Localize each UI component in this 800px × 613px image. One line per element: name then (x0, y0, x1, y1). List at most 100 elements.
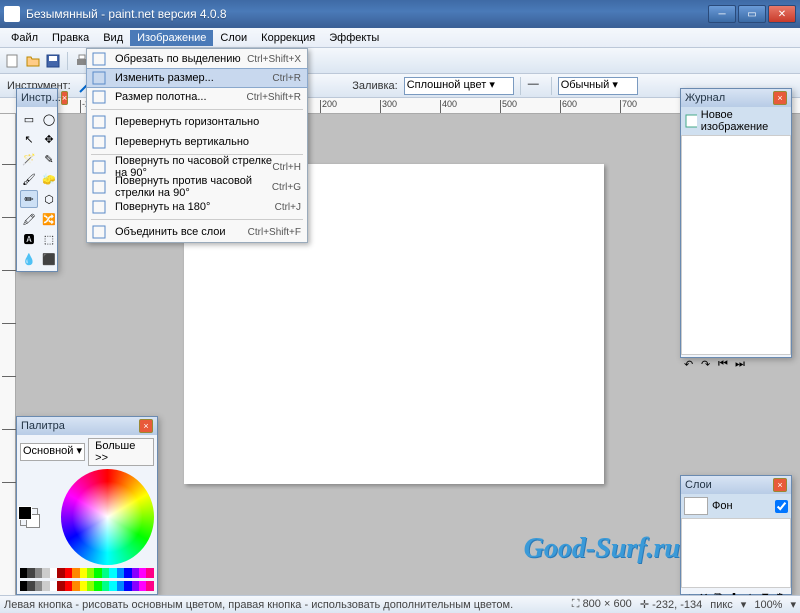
color-wheel[interactable] (61, 469, 154, 565)
status-hint: Левая кнопка - рисовать основным цветом,… (4, 599, 513, 611)
status-size: ⛶ 800 × 600 (572, 598, 632, 611)
blend-select[interactable]: Обычный ▾ (558, 77, 638, 95)
menu-item-label: Размер полотна... (115, 91, 207, 103)
tool-move-sel[interactable]: ✥ (40, 130, 58, 148)
tools-close-icon[interactable]: × (61, 91, 68, 105)
menu-item-flip-h[interactable]: Перевернуть горизонтально (87, 112, 307, 132)
menu-item-flip-v[interactable]: Перевернуть вертикально (87, 132, 307, 152)
window-title: Безымянный - paint.net версия 4.0.8 (26, 7, 708, 21)
redo-icon[interactable]: ↷ (701, 358, 715, 372)
menu-image-dropdown: Обрезать по выделению Ctrl+Shift+X Изменит… (86, 48, 308, 243)
menu-вид[interactable]: Вид (96, 30, 130, 46)
status-pos: ✛ -232, -134 (640, 598, 702, 611)
canvas-icon (91, 89, 107, 105)
layer-thumbnail (684, 497, 708, 515)
minimize-button[interactable]: ─ (708, 5, 736, 23)
tool-line[interactable]: ⬚ (40, 230, 58, 248)
menu-изображение[interactable]: Изображение (130, 30, 213, 46)
tool-shapes[interactable]: ⬡ (40, 190, 58, 208)
palette-close-icon[interactable]: × (139, 419, 153, 433)
tools-panel: Инстр...× ▭◯↖✥🪄✎🖌🧽✏⬡🖍🔀🅰⬚💧⬛ (16, 88, 58, 272)
palette-more-button[interactable]: Больше >> (88, 438, 154, 466)
menu-shortcut: Ctrl+R (272, 73, 301, 84)
menu-item-resize[interactable]: Изменить размер... Ctrl+R (86, 68, 308, 88)
menu-item-label: Перевернуть вертикально (115, 136, 249, 148)
menu-shortcut: Ctrl+Shift+X (247, 54, 301, 65)
status-unit[interactable]: пикс (710, 599, 733, 611)
menu-слои[interactable]: Слои (213, 30, 254, 46)
app-icon (4, 6, 20, 22)
rotate-cw-icon (91, 159, 107, 175)
tool-wand[interactable]: 🪄 (20, 150, 38, 168)
menu-item-canvas[interactable]: Размер полотна... Ctrl+Shift+R (87, 87, 307, 107)
layer-name: Фон (712, 500, 733, 512)
undo-icon[interactable]: ↶ (684, 358, 698, 372)
save-icon[interactable] (44, 52, 62, 70)
menu-item-label: Изменить размер... (115, 72, 214, 84)
menu-эффекты[interactable]: Эффекты (322, 30, 386, 46)
redo-all-icon[interactable]: ⏭ (735, 358, 749, 372)
history-panel: Журнал× Новое изображение ↶ ↷ ⏮ ⏭ (680, 88, 792, 358)
menu-правка[interactable]: Правка (45, 30, 96, 46)
tool-text[interactable]: 🅰 (20, 230, 38, 248)
resize-icon (91, 70, 107, 86)
layers-close-icon[interactable]: × (773, 478, 787, 492)
menu-item-label: Повернуть против часовой стрелки на 90° (115, 175, 272, 199)
statusbar: Левая кнопка - рисовать основным цветом,… (0, 595, 800, 613)
open-icon[interactable] (24, 52, 42, 70)
menu-item-rotate-cw[interactable]: Повернуть по часовой стрелке на 90°Ctrl+… (87, 157, 307, 177)
tool-move[interactable]: ↖ (20, 130, 38, 148)
tool-eraser[interactable]: 🧽 (40, 170, 58, 188)
fill-label: Заливка: (352, 80, 397, 92)
history-panel-title: Журнал (685, 92, 725, 104)
menu-item-label: Перевернуть горизонтально (115, 116, 259, 128)
tool-gradient[interactable]: 💧 (20, 250, 38, 268)
tool-pencil[interactable]: ✎ (40, 150, 58, 168)
history-close-icon[interactable]: × (773, 91, 787, 105)
layers-panel: Слои× Фон ＋ ✕ ⧉ ⬇ ▲ ▼ ⚙ (680, 475, 792, 595)
menu-shortcut: Ctrl+H (272, 162, 301, 173)
palette-mode-select[interactable]: Основной ▾ (20, 443, 85, 461)
menu-item-label: Объединить все слои (115, 226, 226, 238)
menu-item-label: Повернуть на 180° (115, 201, 210, 213)
menu-item-rotate-ccw[interactable]: Повернуть против часовой стрелки на 90°C… (87, 177, 307, 197)
history-item[interactable]: Новое изображение (681, 107, 791, 135)
layer-visible-checkbox[interactable] (775, 500, 788, 513)
crop-icon (91, 51, 107, 67)
tool-rect-select[interactable]: ▭ (20, 110, 38, 128)
rotate-ccw-icon (91, 179, 107, 195)
ruler-vertical (0, 114, 16, 595)
new-icon[interactable] (4, 52, 22, 70)
menu-shortcut: Ctrl+J (275, 202, 301, 213)
color-strip[interactable] (20, 568, 154, 578)
color-strip-2[interactable] (20, 581, 154, 591)
menu-item-crop[interactable]: Обрезать по выделению Ctrl+Shift+X (87, 49, 307, 69)
menu-файл[interactable]: Файл (4, 30, 45, 46)
tool-brush[interactable]: 🖌 (20, 170, 38, 188)
tool-clone[interactable]: 🖍 (20, 210, 38, 228)
tool-lasso[interactable]: ◯ (40, 110, 58, 128)
close-button[interactable]: ✕ (768, 5, 796, 23)
tool-recolor[interactable]: 🔀 (40, 210, 58, 228)
menu-коррекция[interactable]: Коррекция (254, 30, 322, 46)
maximize-button[interactable]: ▭ (738, 5, 766, 23)
menu-item-rotate-180[interactable]: Повернуть на 180° Ctrl+J (87, 197, 307, 217)
tools-panel-title: Инстр... (21, 92, 61, 104)
layer-item[interactable]: Фон (681, 494, 791, 518)
width-icon[interactable]: — (527, 77, 545, 95)
tool-fill[interactable]: ⬛ (40, 250, 58, 268)
flip-v-icon (91, 134, 107, 150)
color-swatch[interactable] (20, 508, 38, 526)
flatten-icon (91, 224, 107, 240)
titlebar: Безымянный - paint.net версия 4.0.8 ─ ▭ … (0, 0, 800, 28)
flip-h-icon (91, 114, 107, 130)
tool-pen[interactable]: ✏ (20, 190, 38, 208)
menubar: ФайлПравкаВидИзображениеСлоиКоррекцияЭфф… (0, 28, 800, 48)
undo-all-icon[interactable]: ⏮ (718, 358, 732, 372)
menu-shortcut: Ctrl+Shift+F (248, 227, 301, 238)
menu-item-label: Обрезать по выделению (115, 53, 241, 65)
fill-select[interactable]: Сплошной цвет ▾ (404, 77, 514, 95)
menu-item-flatten[interactable]: Объединить все слои Ctrl+Shift+F (87, 222, 307, 242)
status-zoom[interactable]: 100% (754, 599, 782, 611)
menu-shortcut: Ctrl+Shift+R (247, 92, 301, 103)
